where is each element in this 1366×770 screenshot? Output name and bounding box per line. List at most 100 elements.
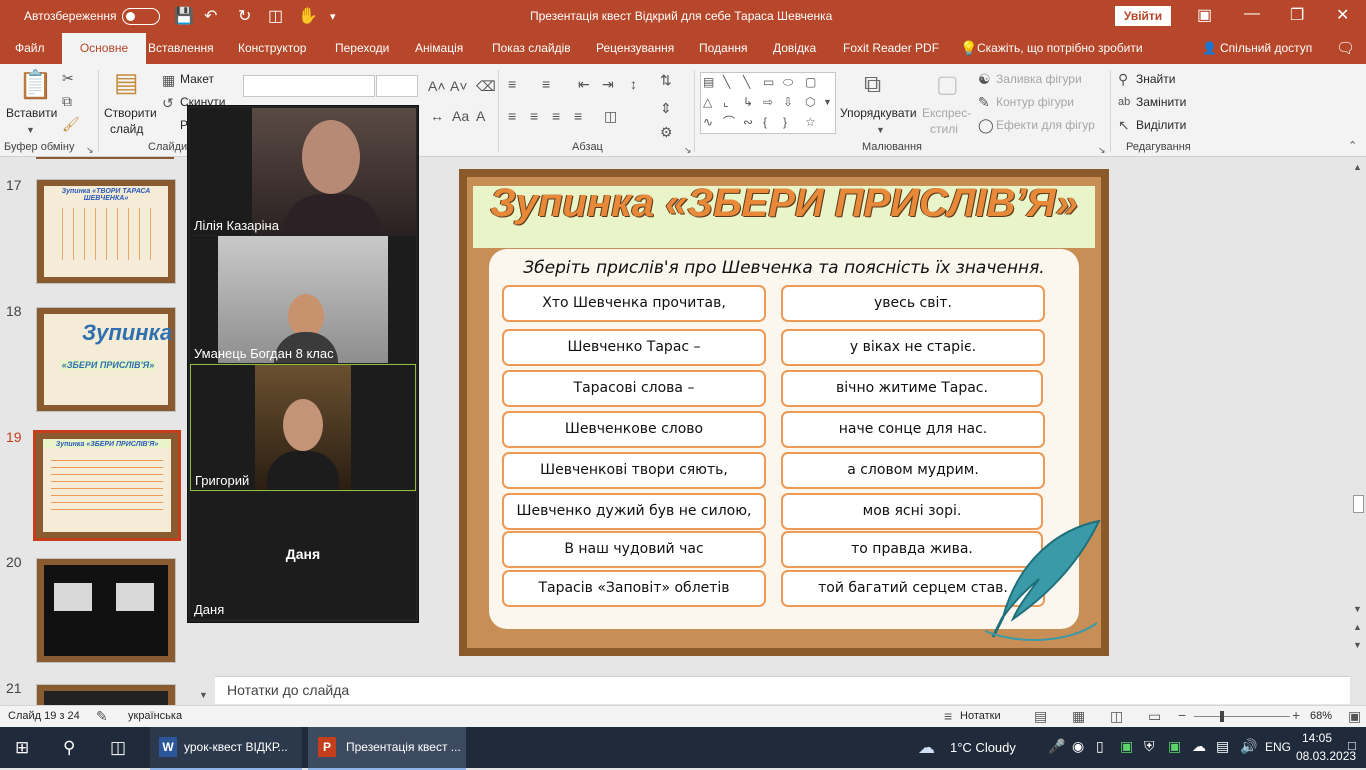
arrow-down-shape-icon[interactable]: ⇩ <box>783 94 793 110</box>
proverb-start-7[interactable]: В наш чудовий час <box>502 531 766 568</box>
taskbar-powerpoint-app[interactable]: P Презентація квест ... <box>308 727 466 770</box>
copy-icon[interactable]: ⧉ <box>62 93 72 109</box>
format-painter-icon[interactable]: 🖌 <box>62 116 80 132</box>
scroll-down-icon[interactable]: ▼ <box>199 687 208 703</box>
brace-left-shape-icon[interactable]: { <box>763 114 767 130</box>
chevron-down-icon[interactable]: ▼ <box>26 122 35 138</box>
slide-sorter-icon[interactable]: ▦ <box>1072 708 1085 724</box>
proverb-start-2[interactable]: Шевченко Тарас – <box>502 329 766 366</box>
increase-indent-icon[interactable]: ⇥ <box>602 76 614 92</box>
microphone-icon[interactable]: 🎤 <box>1048 738 1065 755</box>
line-shape-icon[interactable]: ╲ <box>743 74 750 90</box>
video-call-panel[interactable]: Лілія Казаріна Уманець Богдан 8 клас Гри… <box>187 105 419 623</box>
minimize-icon[interactable]: — <box>1244 5 1260 23</box>
new-slide-button[interactable]: Створити <box>104 106 157 120</box>
tab-help[interactable]: Довідка <box>769 33 820 64</box>
spellcheck-icon[interactable]: ✎ <box>96 708 108 724</box>
clock-time[interactable]: 14:05 <box>1302 731 1332 745</box>
zoom-in-icon[interactable]: + <box>1292 707 1300 723</box>
windows-start-icon[interactable]: ⊞ <box>15 738 29 758</box>
input-language[interactable]: ENG <box>1265 727 1291 768</box>
zoom-level[interactable]: 68% <box>1310 710 1332 722</box>
tab-foxit[interactable]: Foxit Reader PDF <box>839 33 943 64</box>
quick-styles-button[interactable]: Експрес- <box>922 106 971 120</box>
proverb-start-6[interactable]: Шевченко дужий був не силою, <box>502 493 766 530</box>
zoom-out-icon[interactable]: − <box>1178 707 1186 723</box>
replace-button[interactable]: Замінити <box>1136 95 1186 109</box>
layout-button[interactable]: Макет <box>180 72 214 86</box>
line-spacing-icon[interactable]: ↕ <box>630 76 637 92</box>
autosave-toggle[interactable] <box>122 8 160 25</box>
close-icon[interactable]: ✕ <box>1336 5 1349 25</box>
rounded-rect-shape-icon[interactable]: ▢ <box>805 74 816 90</box>
proverb-start-1[interactable]: Хто Шевченка прочитав, <box>502 285 766 322</box>
select-button[interactable]: Виділити <box>1136 118 1186 132</box>
rectangle-shape-icon[interactable]: ▭ <box>763 74 774 90</box>
share-button[interactable]: Спільний доступ <box>1216 33 1316 64</box>
comments-icon[interactable]: 🗨 <box>1332 33 1359 64</box>
cut-icon[interactable]: ✂ <box>62 70 74 86</box>
tell-me-search[interactable]: Скажіть, що потрібно зробити <box>973 33 1147 64</box>
arrange-icon[interactable]: ⧉ <box>864 72 881 98</box>
tab-transitions[interactable]: Переходи <box>331 33 393 64</box>
slide-thumbnail-21[interactable] <box>36 684 176 705</box>
proverb-start-8[interactable]: Тарасів «Заповіт» облетів <box>502 570 766 607</box>
collapse-ribbon-icon[interactable]: ⌃ <box>1348 138 1357 154</box>
arrow-right-shape-icon[interactable]: ⇨ <box>763 94 773 110</box>
columns-icon[interactable]: ◫ <box>604 108 617 124</box>
volume-icon[interactable]: 🔊 <box>1240 738 1257 755</box>
reading-view-icon[interactable]: ◫ <box>1110 708 1123 724</box>
scroll-down-icon[interactable]: ▼ <box>1353 601 1362 617</box>
taskbar-word-app[interactable]: W урок-квест ВІДКР... <box>150 727 302 770</box>
change-case-icon[interactable]: Aa <box>452 108 469 124</box>
proverb-end-2[interactable]: у віках не старіє. <box>781 329 1045 366</box>
ribbon-display-icon[interactable]: ▣ <box>1197 5 1212 25</box>
thumbnail-16-edge[interactable] <box>36 157 174 159</box>
tab-insert[interactable]: Вставлення <box>144 33 218 64</box>
security-icon[interactable]: ⛨ <box>1144 738 1155 755</box>
slideshow-view-icon[interactable]: ▭ <box>1148 708 1161 724</box>
find-button[interactable]: Знайти <box>1136 72 1175 86</box>
weather-widget[interactable]: 1°C Cloudy <box>950 727 1016 768</box>
arrange-button[interactable]: Упорядкувати <box>840 106 917 120</box>
tray-app-icon[interactable]: ▣ <box>1168 738 1181 755</box>
proverb-start-3[interactable]: Тарасові слова – <box>502 370 766 407</box>
customize-qat-icon[interactable]: ▾ <box>330 10 336 23</box>
increase-font-icon[interactable]: A˄ <box>428 78 446 94</box>
scroll-thumb[interactable] <box>1353 495 1364 513</box>
font-size-input[interactable] <box>376 75 418 97</box>
tab-home[interactable]: Основне <box>62 33 146 64</box>
smartart-icon[interactable]: ⚙ <box>660 124 673 140</box>
task-view-icon[interactable]: ◫ <box>110 738 126 758</box>
cloud-sync-icon[interactable]: ☁ <box>1192 738 1206 755</box>
gallery-more-icon[interactable]: ▼ <box>823 94 832 110</box>
sign-in-button[interactable]: Увійти <box>1115 6 1171 26</box>
proverb-end-5[interactable]: а словом мудрим. <box>781 452 1045 489</box>
participant-tile-2[interactable]: Уманець Богдан 8 клас <box>190 236 416 363</box>
align-right-icon[interactable]: ≡ <box>552 108 560 124</box>
tab-view[interactable]: Подання <box>695 33 751 64</box>
triangle-shape-icon[interactable]: △ <box>703 94 712 110</box>
proverb-end-1[interactable]: увесь світ. <box>781 285 1045 322</box>
zoom-slider-thumb[interactable] <box>1220 711 1224 722</box>
paste-icon[interactable]: 📋 <box>18 70 53 100</box>
oval-shape-icon[interactable]: ⬭ <box>783 74 793 90</box>
shape-outline-button[interactable]: Контур фігури <box>996 95 1074 109</box>
next-slide-icon[interactable]: ▼ <box>1353 637 1362 653</box>
connector-shape-icon[interactable]: ⌞ <box>723 94 729 110</box>
brace-right-shape-icon[interactable]: } <box>783 114 787 130</box>
connector-shape-icon[interactable]: ↳ <box>743 94 753 110</box>
decrease-font-icon[interactable]: A˅ <box>450 78 468 94</box>
notes-toggle-button[interactable]: Нотатки <box>960 710 1001 722</box>
participant-tile-1[interactable]: Лілія Казаріна <box>190 108 416 235</box>
freeform-shape-icon[interactable]: ∿ <box>703 114 713 130</box>
justify-icon[interactable]: ≡ <box>574 108 582 124</box>
chevron-down-icon[interactable]: ▼ <box>876 122 885 138</box>
save-icon[interactable]: 💾 <box>174 6 194 26</box>
decrease-indent-icon[interactable]: ⇤ <box>578 76 590 92</box>
arc-shape-icon[interactable]: ⌒ <box>723 114 735 130</box>
spacing-icon[interactable]: ↔ <box>430 108 444 124</box>
touch-mode-icon[interactable]: ✋ <box>298 6 318 26</box>
participant-tile-4[interactable]: Даня Даня <box>190 492 416 619</box>
proverb-start-5[interactable]: Шевченкові твори сяють, <box>502 452 766 489</box>
